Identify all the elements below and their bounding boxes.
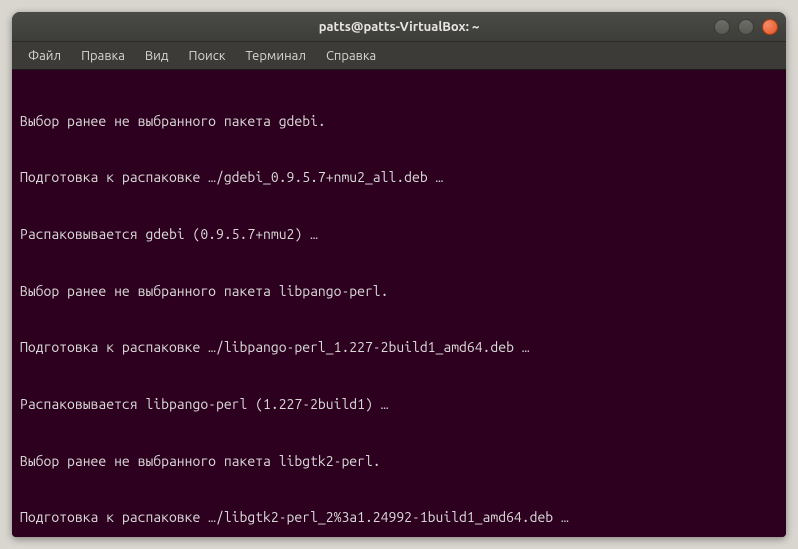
close-button[interactable] (762, 19, 778, 35)
menu-view[interactable]: Вид (137, 45, 177, 67)
minimize-button[interactable] (714, 19, 730, 35)
titlebar: patts@patts-VirtualBox: ~ (12, 12, 786, 42)
menu-help[interactable]: Справка (318, 45, 384, 67)
menu-terminal[interactable]: Терминал (237, 45, 313, 67)
terminal-line: Выбор ранее не выбранного пакета libgtk2… (20, 452, 778, 471)
maximize-button[interactable] (738, 19, 754, 35)
window-controls (714, 19, 778, 35)
menubar: Файл Правка Вид Поиск Терминал Справка (12, 42, 786, 70)
terminal-line: Распаковывается libpango-perl (1.227-2bu… (20, 395, 778, 414)
terminal-line: Подготовка к распаковке …/gdebi_0.9.5.7+… (20, 168, 778, 187)
terminal-line: Подготовка к распаковке …/libgtk2-perl_2… (20, 508, 778, 527)
terminal-line: Выбор ранее не выбранного пакета gdebi. (20, 112, 778, 131)
terminal-line: Подготовка к распаковке …/libpango-perl_… (20, 338, 778, 357)
terminal-window: patts@patts-VirtualBox: ~ Файл Правка Ви… (12, 12, 786, 537)
menu-file[interactable]: Файл (20, 45, 69, 67)
terminal-line: Распаковывается gdebi (0.9.5.7+nmu2) … (20, 225, 778, 244)
terminal-output[interactable]: Выбор ранее не выбранного пакета gdebi. … (12, 70, 786, 537)
menu-search[interactable]: Поиск (180, 45, 233, 67)
menu-edit[interactable]: Правка (73, 45, 133, 67)
terminal-line: Выбор ранее не выбранного пакета libpang… (20, 282, 778, 301)
window-title: patts@patts-VirtualBox: ~ (319, 20, 480, 34)
